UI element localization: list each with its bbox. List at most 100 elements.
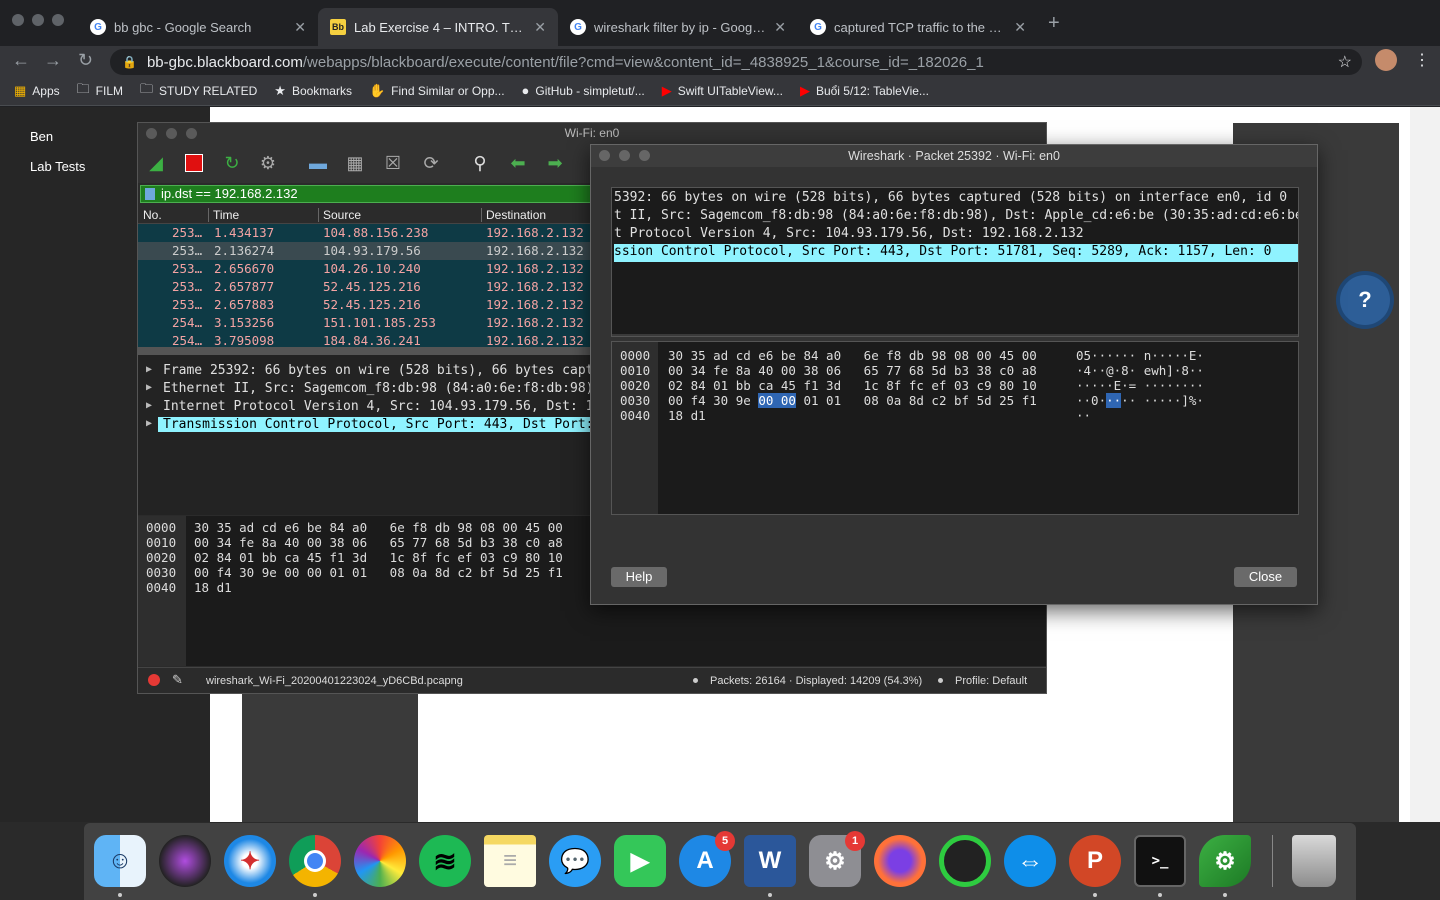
highlighted-ascii[interactable]: ·· [1106,393,1122,408]
dialog-close-button[interactable] [599,150,610,161]
address-bar[interactable]: 🔒 bb-gbc.blackboard.com/webapps/blackboa… [110,49,1362,75]
finder-icon[interactable]: ☺ [94,835,146,887]
close-button[interactable]: Close [1234,567,1297,587]
safari-compass-icon[interactable]: ✦ [224,835,276,887]
app-store-icon[interactable]: A5 [679,831,735,887]
column-source[interactable]: Source [318,208,361,222]
trash-icon[interactable] [1292,835,1336,887]
facetime-video-icon[interactable]: ▶ [614,835,666,887]
byte-hex-row[interactable]: 02 84 01 bb ca 45 f1 3d 1c 8f fc ef 03 c… [668,378,1037,393]
bookmark-star-icon[interactable]: ☆ [1338,52,1352,72]
tree-row-tcp[interactable]: ssion Control Protocol, Src Port: 443, D… [614,244,1298,262]
bookmark-buoi[interactable]: ▶ Buổi 5/12: TableVie... [800,83,929,99]
window-zoom-button[interactable] [52,14,64,26]
page-scrollbar[interactable] [1410,107,1440,822]
bookmark-bookmarks[interactable]: ★ Bookmarks [274,83,352,99]
photos-icon[interactable] [354,835,406,887]
terminal-icon[interactable]: >_ [1134,835,1186,887]
activity-ring-icon[interactable] [939,835,991,887]
close-icon[interactable]: ✕ [1014,19,1026,36]
menu-kebab-icon[interactable]: ⋮ [1414,50,1430,70]
byte-hex-row[interactable]: 02 84 01 bb ca 45 f1 3d 1c 8f fc ef 03 c… [194,550,563,565]
bookmark-apps[interactable]: ▦ Apps [14,83,60,99]
reload-file-icon[interactable]: ⟳ [419,151,443,175]
byte-ascii-row[interactable]: ··0····· ·····]%· [1076,393,1204,408]
byte-hex-row[interactable]: 18 d1 [668,408,706,423]
tab-wireshark-filter[interactable]: G wireshark filter by ip - Google Se ✕ [558,8,798,46]
column-no[interactable]: No. [143,208,162,222]
expand-triangle-icon[interactable]: ▶ [146,382,152,393]
help-question-icon[interactable]: ? [1340,275,1390,325]
ws-minimize-button[interactable] [166,128,177,139]
forward-arrow-icon[interactable]: → [44,50,62,71]
avatar[interactable] [1375,49,1397,71]
close-icon[interactable]: ✕ [294,19,306,36]
save-file-icon[interactable]: ▦ [343,151,367,175]
shark-fin-start-icon[interactable]: ◢ [144,151,168,175]
wireshark-fin-icon[interactable]: ⚙ [1199,835,1251,887]
byte-hex-row[interactable]: 00 f4 30 9e 00 00 01 01 08 0a 8d c2 bf 5… [194,565,563,580]
byte-ascii-row[interactable]: 05······ n·····E· [1076,348,1204,363]
powerpoint-icon[interactable]: P [1069,835,1121,887]
byte-hex-row[interactable]: 00 34 fe 8a 40 00 38 06 65 77 68 5d b3 3… [194,535,563,550]
help-button[interactable]: Help [611,567,667,587]
ws-close-button[interactable] [146,128,157,139]
sidebar-item-ben[interactable]: Ben [30,129,53,144]
messages-bubble-icon[interactable]: 💬 [549,835,601,887]
expert-info-icon[interactable] [148,674,160,686]
word-icon[interactable]: W [744,835,796,887]
bookmark-github[interactable]: ● GitHub - simpletut/... [522,83,645,98]
bookmark-swift[interactable]: ▶ Swift UITableView... [662,83,783,99]
bookmark-film[interactable]: 🗀 FILM [77,80,123,102]
restart-capture-icon[interactable]: ↻ [220,151,244,175]
tree-row-ethernet[interactable]: t II, Src: Sagemcom_f8:db:98 (84:a0:6e:f… [614,208,1298,226]
tab-lab-exercise[interactable]: Bb Lab Exercise 4 – INTRO. TO CYB ✕ [318,8,558,46]
ws-zoom-button[interactable] [186,128,197,139]
dialog-zoom-button[interactable] [639,150,650,161]
bookmark-find-similar[interactable]: ✋ Find Similar or Opp... [369,83,505,99]
byte-ascii-row[interactable]: ·· [1076,408,1091,423]
highlighted-bytes[interactable]: 00 00 [758,393,796,408]
pane-splitter[interactable] [612,334,1298,336]
window-close-button[interactable] [12,14,24,26]
tab-captured-tcp[interactable]: G captured TCP traffic to the desti ✕ [798,8,1038,46]
sidebar-item-lab-tests[interactable]: Lab Tests [30,159,85,174]
stop-capture-icon[interactable] [182,151,206,175]
open-file-folder-icon[interactable]: ▬ [306,151,330,175]
byte-hex-row[interactable]: 30 35 ad cd e6 be 84 a0 6e f8 db 98 08 0… [668,348,1037,363]
tree-row-ipv4[interactable]: t Protocol Version 4, Src: 104.93.179.56… [614,226,1298,244]
byte-hex-row[interactable]: 00 34 fe 8a 40 00 38 06 65 77 68 5d b3 3… [668,363,1037,378]
spotify-icon[interactable]: ≋ [419,835,471,887]
close-file-icon[interactable]: ☒ [381,151,405,175]
byte-ascii-row[interactable]: ·····E·= ········ [1076,378,1204,393]
column-destination[interactable]: Destination [481,208,546,222]
tab-google-search[interactable]: G bb gbc - Google Search ✕ [78,8,318,46]
status-profile[interactable]: Profile: Default [955,675,1027,687]
byte-hex-row[interactable]: 00 f4 30 9e 00 00 01 01 08 0a 8d c2 bf 5… [668,393,1037,408]
capture-options-gear-icon[interactable]: ⚙ [256,151,280,175]
chrome-icon[interactable] [289,835,341,887]
byte-ascii-row[interactable]: ·4··@·8· ewh]·8·· [1076,363,1204,378]
go-back-arrow-icon[interactable]: ⬅ [506,151,530,175]
go-forward-arrow-icon[interactable]: ➡ [543,151,567,175]
window-minimize-button[interactable] [32,14,44,26]
tree-row-frame[interactable]: 5392: 66 bytes on wire (528 bits), 66 by… [614,190,1298,208]
teamviewer-arrows-icon[interactable]: ⇔ [1004,835,1056,887]
firefox-icon[interactable] [874,835,926,887]
expand-triangle-icon[interactable]: ▶ [146,418,152,429]
new-tab-button[interactable]: + [1048,12,1060,35]
column-time[interactable]: Time [208,208,239,222]
expand-triangle-icon[interactable]: ▶ [146,400,152,411]
expand-triangle-icon[interactable]: ▶ [146,364,152,375]
bookmark-filter-icon[interactable] [145,188,155,200]
dialog-minimize-button[interactable] [619,150,630,161]
capture-comment-icon[interactable]: ✎ [172,672,183,688]
close-icon[interactable]: ✕ [774,19,786,36]
byte-hex-row[interactable]: 18 d1 [194,580,232,595]
find-packet-magnifier-icon[interactable]: ⚲ [468,151,492,175]
reload-icon[interactable]: ↻ [78,50,93,71]
system-preferences-gear-icon[interactable]: ⚙ 1 [809,831,865,887]
siri-icon[interactable] [159,835,211,887]
close-icon[interactable]: ✕ [534,19,546,36]
back-arrow-icon[interactable]: ← [12,50,30,71]
